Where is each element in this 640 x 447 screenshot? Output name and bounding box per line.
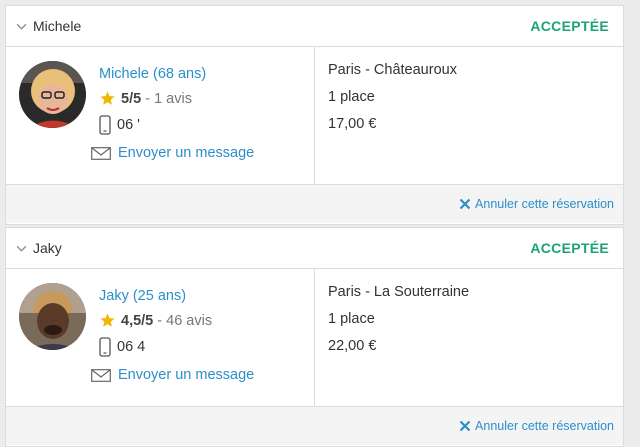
- rating: 5/5 - 1 avis: [99, 90, 254, 107]
- passenger-panel: Michele (68 ans) 5/5 - 1 avis 06 ' Envoy…: [6, 47, 315, 184]
- card-header[interactable]: Jaky ACCEPTÉE: [6, 228, 623, 269]
- header-toggle[interactable]: Jaky: [16, 240, 62, 256]
- passenger-name-link[interactable]: Jaky (25 ans): [99, 288, 254, 304]
- reservation-card: Michele ACCEPTÉE Michele (68 ans) 5/5 - …: [5, 5, 624, 225]
- cancel-reservation-label: Annuler cette réservation: [475, 197, 614, 211]
- close-icon: [459, 198, 471, 210]
- phone-icon: [99, 115, 111, 135]
- header-passenger-name: Jaky: [33, 240, 62, 256]
- phone-number: 06 4: [99, 337, 254, 357]
- send-message-link[interactable]: Envoyer un message: [91, 145, 254, 161]
- send-message-label: Envoyer un message: [118, 367, 255, 383]
- review-count: 46 avis: [166, 312, 213, 329]
- star-icon: [100, 313, 115, 327]
- status-badge: ACCEPTÉE: [530, 18, 609, 34]
- phone-number: 06 ': [99, 115, 254, 135]
- review-count: 1 avis: [154, 90, 192, 107]
- trip-seats: 1 place: [328, 311, 375, 327]
- redaction-mask: [147, 339, 220, 355]
- trip-route: Paris - La Souterraine: [328, 284, 470, 300]
- trip-price: 22,00 €: [328, 338, 377, 354]
- trip-details: Paris - La Souterraine 1 place 22,00 €: [315, 269, 623, 406]
- avatar[interactable]: [19, 61, 86, 128]
- trip-route: Paris - Châteauroux: [328, 62, 457, 78]
- status-badge: ACCEPTÉE: [530, 240, 609, 256]
- cancel-reservation-link[interactable]: Annuler cette réservation: [459, 419, 614, 433]
- trip-seats: 1 place: [328, 89, 375, 105]
- trip-details: Paris - Châteauroux 1 place 17,00 €: [315, 47, 623, 184]
- card-footer: Annuler cette réservation: [6, 184, 623, 223]
- phone-value: 06 4: [117, 339, 146, 355]
- header-passenger-name: Michele: [33, 18, 82, 34]
- redaction-mask: [141, 117, 214, 133]
- rating: 4,5/5 - 46 avis: [99, 312, 254, 329]
- rating-score: 4,5/5: [121, 312, 154, 329]
- mail-icon: [91, 368, 111, 382]
- rating-score: 5/5: [121, 90, 142, 107]
- header-toggle[interactable]: Michele: [16, 18, 81, 34]
- cancel-reservation-label: Annuler cette réservation: [475, 419, 614, 433]
- chevron-down-icon: [16, 245, 27, 252]
- phone-value: 06 ': [117, 117, 140, 133]
- card-body: Jaky (25 ans) 4,5/5 - 46 avis 06 4 Envoy…: [6, 269, 623, 406]
- cancel-reservation-link[interactable]: Annuler cette réservation: [459, 197, 614, 211]
- card-body: Michele (68 ans) 5/5 - 1 avis 06 ' Envoy…: [6, 47, 623, 184]
- passenger-name-link[interactable]: Michele (68 ans): [99, 66, 254, 82]
- phone-icon: [99, 337, 111, 357]
- card-header[interactable]: Michele ACCEPTÉE: [6, 6, 623, 47]
- passenger-panel: Jaky (25 ans) 4,5/5 - 46 avis 06 4 Envoy…: [6, 269, 315, 406]
- chevron-down-icon: [16, 23, 27, 30]
- mail-icon: [91, 146, 111, 160]
- close-icon: [459, 420, 471, 432]
- card-footer: Annuler cette réservation: [6, 406, 623, 445]
- reservation-card: Jaky ACCEPTÉE Jaky (25 ans) 4,5/5 - 46 a…: [5, 227, 624, 447]
- avatar[interactable]: [19, 283, 86, 350]
- send-message-link[interactable]: Envoyer un message: [91, 367, 254, 383]
- send-message-label: Envoyer un message: [118, 145, 255, 161]
- trip-price: 17,00 €: [328, 116, 377, 132]
- star-icon: [100, 91, 115, 105]
